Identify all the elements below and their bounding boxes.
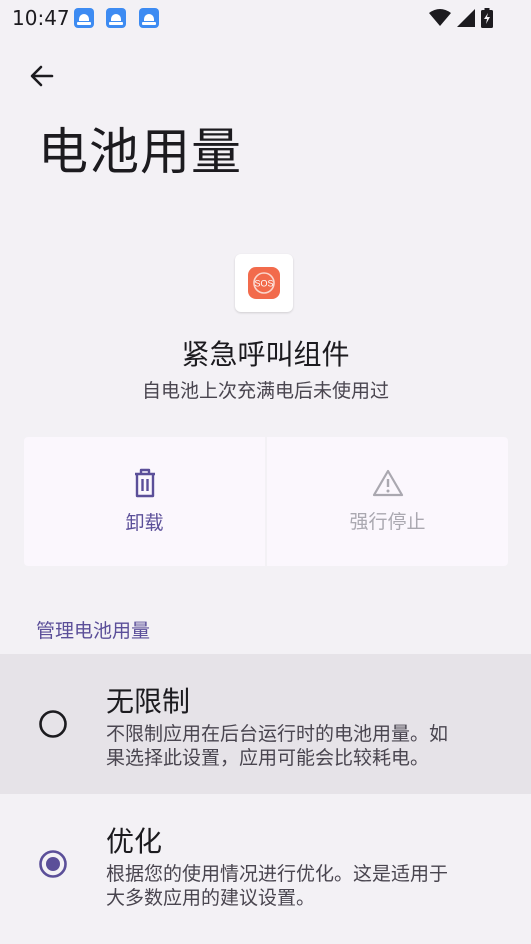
battery-charging-icon xyxy=(481,8,493,28)
radio-unselected-icon[interactable] xyxy=(38,709,68,739)
uninstall-button[interactable]: 卸载 xyxy=(24,437,265,566)
status-time: 10:47 xyxy=(12,6,70,30)
app-notification-icon xyxy=(106,8,126,28)
back-arrow-icon[interactable] xyxy=(28,62,56,90)
radio-selected-icon[interactable] xyxy=(38,849,68,879)
option-description: 根据您的使用情况进行优化。这是适用于 大多数应用的建议设置。 xyxy=(106,862,506,910)
option-unrestricted[interactable]: 无限制 不限制应用在后台运行时的电池用量。如 果选择此设置，应用可能会比较耗电。 xyxy=(0,654,531,794)
option-description-line: 不限制应用在后台运行时的电池用量。如 xyxy=(106,723,449,745)
app-actions: 卸载 强行停止 xyxy=(24,437,508,566)
option-description-line: 根据您的使用情况进行优化。这是适用于 xyxy=(106,863,449,885)
sos-icon: SOS xyxy=(248,267,280,299)
option-title: 优化 xyxy=(106,825,163,858)
warning-icon xyxy=(372,469,403,497)
cellular-signal-icon xyxy=(457,9,475,27)
wifi-icon xyxy=(429,9,451,26)
app-notification-icon xyxy=(139,8,159,28)
status-bar: 10:47 xyxy=(0,0,531,36)
option-optimized[interactable]: 优化 根据您的使用情况进行优化。这是适用于 大多数应用的建议设置。 xyxy=(0,794,531,934)
app-icon: SOS xyxy=(235,254,293,312)
option-description-line: 大多数应用的建议设置。 xyxy=(106,887,316,909)
force-stop-button[interactable]: 强行停止 xyxy=(267,437,508,566)
app-usage-summary: 自电池上次充满电后未使用过 xyxy=(141,380,389,402)
uninstall-label: 卸载 xyxy=(125,512,164,534)
system-icons xyxy=(429,8,493,28)
trash-icon xyxy=(134,468,155,498)
sos-icon-label: SOS xyxy=(254,279,273,289)
page-title: 电池用量 xyxy=(38,123,242,181)
force-stop-label: 强行停止 xyxy=(349,511,426,533)
app-name: 紧急呼叫组件 xyxy=(181,338,350,371)
option-description-line: 果选择此设置，应用可能会比较耗电。 xyxy=(106,747,430,769)
app-notification-icon xyxy=(74,8,94,28)
option-description: 不限制应用在后台运行时的电池用量。如 果选择此设置，应用可能会比较耗电。 xyxy=(106,722,506,770)
section-title-battery-management: 管理电池用量 xyxy=(36,620,151,642)
option-title: 无限制 xyxy=(106,685,191,718)
